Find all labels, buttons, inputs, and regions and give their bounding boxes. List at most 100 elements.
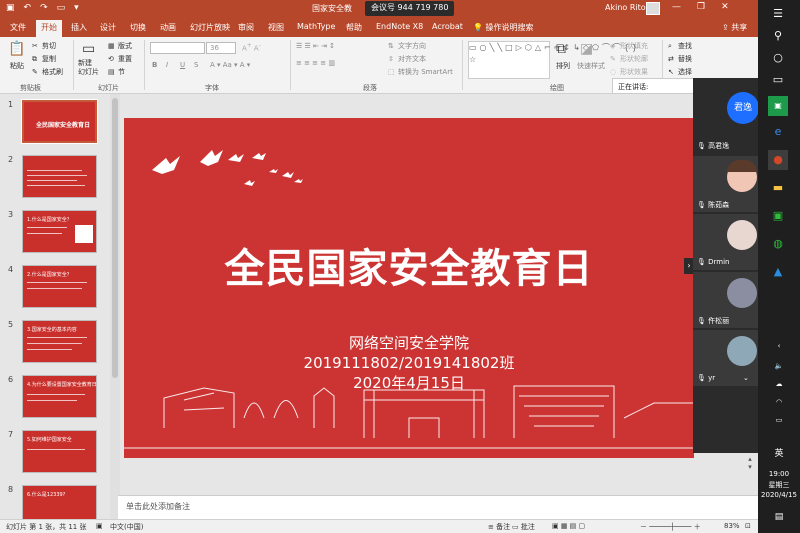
tell-me-search[interactable]: 💡 操作说明搜索 [473, 22, 534, 33]
slide-title[interactable]: 全民国家安全教育日 [124, 236, 694, 294]
customize-qa-icon[interactable]: ▾ [74, 3, 79, 13]
clock-time[interactable]: 19:00 [758, 470, 800, 478]
shape-effects-button[interactable]: ◌ 形状效果 [610, 67, 648, 77]
new-slide-button[interactable]: 新建 幻灯片 [78, 59, 99, 77]
minimize-button[interactable]: — [672, 2, 681, 12]
shape-fill-button[interactable]: ◈ 形状填充 [610, 41, 648, 51]
language-indicator[interactable]: 中文(中国) [110, 522, 143, 532]
scrollbar-thumb[interactable] [112, 98, 118, 378]
video-tile-host[interactable]: 君逸 🎙 高君逸 [693, 78, 759, 154]
video-tile-5[interactable]: 🎙 yr ⌄ [693, 330, 758, 386]
fit-slide-icon[interactable]: ⊡ [745, 522, 751, 530]
clock-date[interactable]: 2020/4/15 [758, 491, 800, 499]
slide-canvas[interactable]: 全民国家安全教育日 网络空间安全学院 2019111802/2019141802… [124, 118, 694, 458]
view-buttons[interactable]: ▣ ▦ ▤ ▢ [552, 522, 585, 530]
replace-button[interactable]: ⇄ 替换 [668, 54, 692, 64]
shadow-button[interactable]: S [194, 61, 198, 69]
redo-icon[interactable]: ↷ [40, 3, 48, 13]
slide-subtitle-class[interactable]: 2019111802/2019141802班 [124, 352, 694, 373]
tab-mathtype[interactable]: MathType [297, 22, 335, 31]
video-tile-3[interactable]: 🎙 Drmin [693, 214, 758, 270]
battery-icon[interactable]: ▭ [758, 416, 800, 424]
tab-file[interactable]: 文件 [10, 22, 26, 33]
slide-thumbnail-4[interactable]: 2.什么是国家安全？ [22, 265, 97, 308]
slide-thumbnail-6[interactable]: 4.为什么要设置国家安全教育日 [22, 375, 97, 418]
tab-insert[interactable]: 插入 [71, 22, 87, 33]
quick-styles-button[interactable]: 快速样式 [577, 61, 605, 71]
paste-button[interactable]: 粘贴 [10, 61, 24, 71]
tab-home[interactable]: 开始 [36, 20, 62, 37]
wechat-icon[interactable]: ◍ [768, 234, 788, 254]
tab-review[interactable]: 审阅 [238, 22, 254, 33]
close-button[interactable]: ✕ [721, 2, 729, 12]
align-text-button[interactable]: ⇳ 对齐文本 [388, 54, 426, 64]
select-button[interactable]: ↖ 选择 [668, 67, 692, 77]
share-button[interactable]: ⇪ 共享 [722, 22, 747, 33]
present-icon[interactable]: ▭ [57, 3, 66, 13]
align-icons[interactable]: ≡ ≡ ≡ ≡ ▥ [296, 59, 335, 67]
slide-subtitle-date[interactable]: 2020年4月15日 [124, 372, 694, 393]
wifi-icon[interactable]: ◠ [758, 398, 800, 406]
bold-button[interactable]: B [152, 61, 157, 69]
copy-button[interactable]: ⧉ 复制 [32, 54, 56, 64]
app-icon-chat[interactable]: ▣ [768, 206, 788, 226]
text-direction-button[interactable]: ⇅ 文字方向 [388, 41, 426, 51]
font-color-icon[interactable]: A ▾ Aa ▾ A ▾ [210, 61, 250, 69]
user-avatar[interactable] [646, 2, 660, 15]
cortana-icon[interactable]: ○ [768, 48, 788, 68]
font-name-field[interactable] [150, 42, 205, 54]
tab-transitions[interactable]: 切换 [130, 22, 146, 33]
paste-icon[interactable]: 📋 [8, 41, 25, 57]
tab-acrobat[interactable]: Acrobat [432, 22, 463, 31]
task-view-icon[interactable]: ▭ [768, 70, 788, 90]
user-name[interactable]: Akino Rito [605, 3, 646, 12]
arrange-icon[interactable]: ⧉ [556, 41, 566, 57]
underline-button[interactable]: U [180, 61, 185, 69]
tab-slideshow[interactable]: 幻灯片放映 [190, 22, 230, 33]
tab-design[interactable]: 设计 [100, 22, 116, 33]
slide-thumbnail-5[interactable]: 3.国家安全的基本内容 [22, 320, 97, 363]
tab-animations[interactable]: 动画 [160, 22, 176, 33]
chevron-up-icon[interactable]: ‹ [758, 342, 800, 350]
shape-outline-button[interactable]: ✎ 形状轮廓 [610, 54, 648, 64]
notes-toggle[interactable]: ≡ 备注 [488, 522, 510, 532]
grow-font-icon[interactable]: A+ A- [242, 43, 261, 52]
slide-thumbnail-7[interactable]: 5.如何维护国家安全 [22, 430, 97, 473]
cloud-icon[interactable]: ☁ [758, 380, 800, 388]
slide-thumbnail-2[interactable] [22, 155, 97, 198]
chevron-down-icon[interactable]: ▾ [745, 463, 755, 471]
restore-button[interactable]: ❐ [697, 2, 705, 12]
app-icon-blue[interactable]: ▲ [768, 262, 788, 282]
new-slide-icon[interactable]: ▭ [82, 41, 95, 57]
volume-icon[interactable]: 🔈 [758, 362, 800, 370]
slide-subtitle-school[interactable]: 网络空间安全学院 [124, 332, 694, 353]
slide-thumbnail-8[interactable]: 6.什么是12339? [22, 485, 97, 519]
arrange-button[interactable]: 排列 [556, 61, 570, 71]
video-tile-2[interactable]: 🎙 陈茹森 [693, 156, 758, 212]
clock-weekday[interactable]: 星期三 [758, 480, 800, 490]
chevron-down-icon[interactable]: ⌄ [743, 374, 749, 382]
zoom-slider[interactable]: － ─────┼──── ＋ [640, 522, 701, 532]
quick-styles-icon[interactable]: ◪ [580, 41, 593, 57]
find-button[interactable]: ⌕ 查找 [668, 41, 692, 51]
file-explorer-icon[interactable]: ▬ [768, 178, 788, 198]
app-icon-green[interactable]: ▣ [768, 96, 788, 116]
slide-thumbnail-1[interactable]: 全民国家安全教育日 [21, 99, 98, 144]
section-button[interactable]: ▤ 节 [108, 67, 125, 77]
bullets-icon[interactable]: ☰ ☰ ⇤ ⇥ ↕ [296, 42, 335, 50]
edge-icon[interactable]: e [768, 122, 788, 142]
format-painter-button[interactable]: ✎ 格式刷 [32, 67, 63, 77]
spellcheck-icon[interactable]: ▣ [96, 522, 103, 530]
notes-pane[interactable]: 单击此处添加备注 [118, 495, 758, 519]
zoom-level[interactable]: 83% [724, 522, 740, 530]
italic-button[interactable]: I [166, 61, 168, 69]
tab-view[interactable]: 视图 [268, 22, 284, 33]
font-size-field[interactable]: 36 [206, 42, 236, 54]
meeting-id-badge[interactable]: 会议号 944 719 780 [365, 1, 455, 16]
notification-icon[interactable]: ▤ [758, 512, 800, 522]
comments-toggle[interactable]: ▭ 批注 [512, 522, 535, 532]
search-icon[interactable]: ⚲ [768, 26, 788, 46]
shapes-gallery[interactable]: ▭○╲╲□▷⬡△⌐⌐↕↳◇⬠⌒⌒{}☆ [468, 41, 637, 79]
hamburger-icon[interactable]: ☰ [768, 4, 788, 24]
powerpoint-icon[interactable]: ● [768, 150, 788, 170]
